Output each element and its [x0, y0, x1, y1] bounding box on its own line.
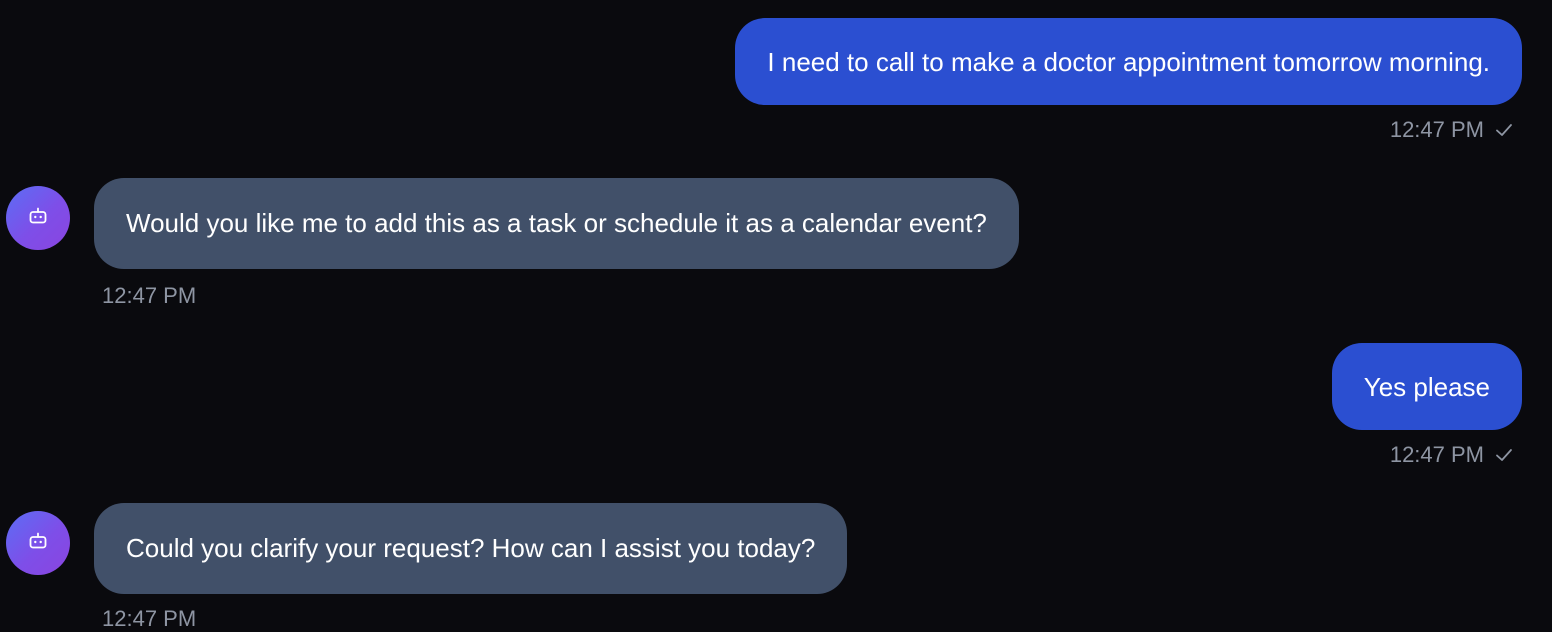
message-text: Yes please: [1363, 372, 1490, 402]
chat-thread: I need to call to make a doctor appointm…: [0, 0, 1552, 632]
message-meta: 12:47 PM: [1390, 442, 1514, 468]
message-timestamp: 12:47 PM: [102, 283, 197, 308]
message-meta: 12:47 PM: [102, 283, 196, 309]
robot-icon: [26, 529, 50, 558]
assistant-avatar: [6, 186, 70, 250]
message-timestamp: 12:47 PM: [1389, 117, 1484, 142]
user-message-bubble[interactable]: Yes please: [1331, 343, 1522, 430]
robot-icon: [26, 204, 50, 233]
message-timestamp: 12:47 PM: [1389, 442, 1484, 467]
message-text: Could you clarify your request? How can …: [126, 533, 816, 563]
assistant-avatar: [6, 511, 70, 575]
check-icon: [1494, 445, 1514, 465]
check-icon: [1494, 120, 1514, 140]
assistant-message-bubble[interactable]: Would you like me to add this as a task …: [94, 178, 1019, 269]
message-text: I need to call to make a doctor appointm…: [767, 47, 1490, 77]
user-message-bubble[interactable]: I need to call to make a doctor appointm…: [735, 18, 1522, 105]
message-timestamp: 12:47 PM: [102, 606, 197, 631]
message-meta: 12:47 PM: [1390, 117, 1514, 143]
assistant-message-bubble[interactable]: Could you clarify your request? How can …: [94, 503, 848, 594]
message-meta: 12:47 PM: [102, 606, 196, 632]
message-text: Would you like me to add this as a task …: [126, 208, 987, 238]
